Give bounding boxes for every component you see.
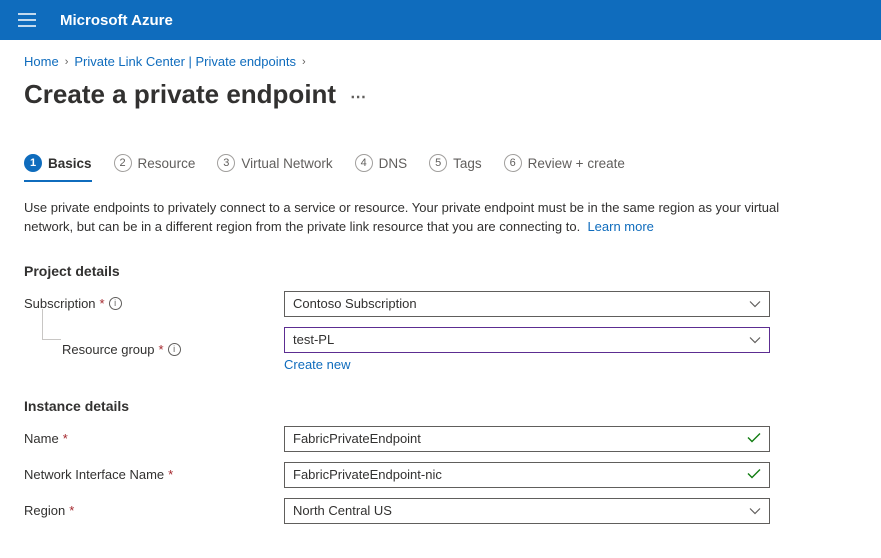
tab-label: Review + create (528, 156, 625, 171)
required-icon: * (100, 296, 105, 311)
checkmark-icon (747, 431, 761, 446)
subscription-select[interactable]: Contoso Subscription (284, 291, 770, 317)
chevron-right-icon: › (65, 56, 69, 68)
info-icon[interactable]: i (109, 297, 122, 310)
page-title: Create a private endpoint ⋯ (24, 79, 857, 110)
chevron-down-icon (749, 332, 761, 347)
row-resource-group: Resource group * i test-PL Create new (24, 327, 857, 372)
chevron-right-icon: › (302, 56, 306, 68)
brand-label: Microsoft Azure (60, 12, 173, 29)
required-icon: * (69, 503, 74, 518)
intro-text: Use private endpoints to privately conne… (24, 199, 784, 237)
breadcrumb: Home › Private Link Center | Private end… (24, 54, 857, 69)
info-icon[interactable]: i (168, 343, 181, 356)
row-nic-name: Network Interface Name * FabricPrivateEn… (24, 462, 857, 488)
checkmark-icon (747, 467, 761, 482)
chevron-down-icon (749, 503, 761, 518)
label-resource-group: Resource group * i (62, 342, 284, 357)
section-project-details: Project details (24, 263, 857, 279)
wizard-tabs: 1 Basics 2 Resource 3 Virtual Network 4 … (24, 154, 857, 183)
page-content: Home › Private Link Center | Private end… (0, 40, 881, 558)
tab-label: Resource (138, 156, 196, 171)
menu-icon[interactable] (18, 13, 36, 27)
label-text: Resource group (62, 342, 155, 357)
label-text: Name (24, 431, 59, 446)
tab-dns[interactable]: 4 DNS (355, 154, 408, 182)
intro-body: Use private endpoints to privately conne… (24, 200, 779, 234)
label-nic-name: Network Interface Name * (24, 467, 284, 482)
tab-tags[interactable]: 5 Tags (429, 154, 482, 182)
step-number: 1 (24, 154, 42, 172)
tab-resource[interactable]: 2 Resource (114, 154, 196, 182)
breadcrumb-home[interactable]: Home (24, 54, 59, 69)
breadcrumb-section[interactable]: Private Link Center | Private endpoints (74, 54, 296, 69)
input-value: FabricPrivateEndpoint (293, 431, 421, 446)
resource-group-select[interactable]: test-PL (284, 327, 770, 353)
chevron-down-icon (749, 296, 761, 311)
more-icon[interactable]: ⋯ (350, 87, 367, 107)
step-number: 6 (504, 154, 522, 172)
tab-basics[interactable]: 1 Basics (24, 154, 92, 182)
page-title-text: Create a private endpoint (24, 79, 336, 110)
row-subscription: Subscription * i Contoso Subscription (24, 291, 857, 317)
label-region: Region * (24, 503, 284, 518)
name-input[interactable]: FabricPrivateEndpoint (284, 426, 770, 452)
step-number: 3 (217, 154, 235, 172)
nic-name-input[interactable]: FabricPrivateEndpoint-nic (284, 462, 770, 488)
label-name: Name * (24, 431, 284, 446)
row-name: Name * FabricPrivateEndpoint (24, 426, 857, 452)
tab-label: Basics (48, 156, 92, 171)
section-instance-details: Instance details (24, 398, 857, 414)
tab-virtual-network[interactable]: 3 Virtual Network (217, 154, 332, 182)
row-region: Region * North Central US (24, 498, 857, 524)
required-icon: * (168, 467, 173, 482)
create-new-link[interactable]: Create new (284, 357, 350, 372)
tab-review-create[interactable]: 6 Review + create (504, 154, 625, 182)
step-number: 2 (114, 154, 132, 172)
tab-label: Virtual Network (241, 156, 332, 171)
top-bar: Microsoft Azure (0, 0, 881, 40)
step-number: 4 (355, 154, 373, 172)
tab-label: Tags (453, 156, 482, 171)
label-subscription: Subscription * i (24, 296, 284, 311)
label-text: Network Interface Name (24, 467, 164, 482)
step-number: 5 (429, 154, 447, 172)
tab-label: DNS (379, 156, 408, 171)
region-select[interactable]: North Central US (284, 498, 770, 524)
select-value: North Central US (293, 503, 392, 518)
required-icon: * (159, 342, 164, 357)
select-value: Contoso Subscription (293, 296, 417, 311)
select-value: test-PL (293, 332, 334, 347)
learn-more-link[interactable]: Learn more (587, 219, 653, 234)
required-icon: * (63, 431, 68, 446)
label-text: Region (24, 503, 65, 518)
input-value: FabricPrivateEndpoint-nic (293, 467, 442, 482)
